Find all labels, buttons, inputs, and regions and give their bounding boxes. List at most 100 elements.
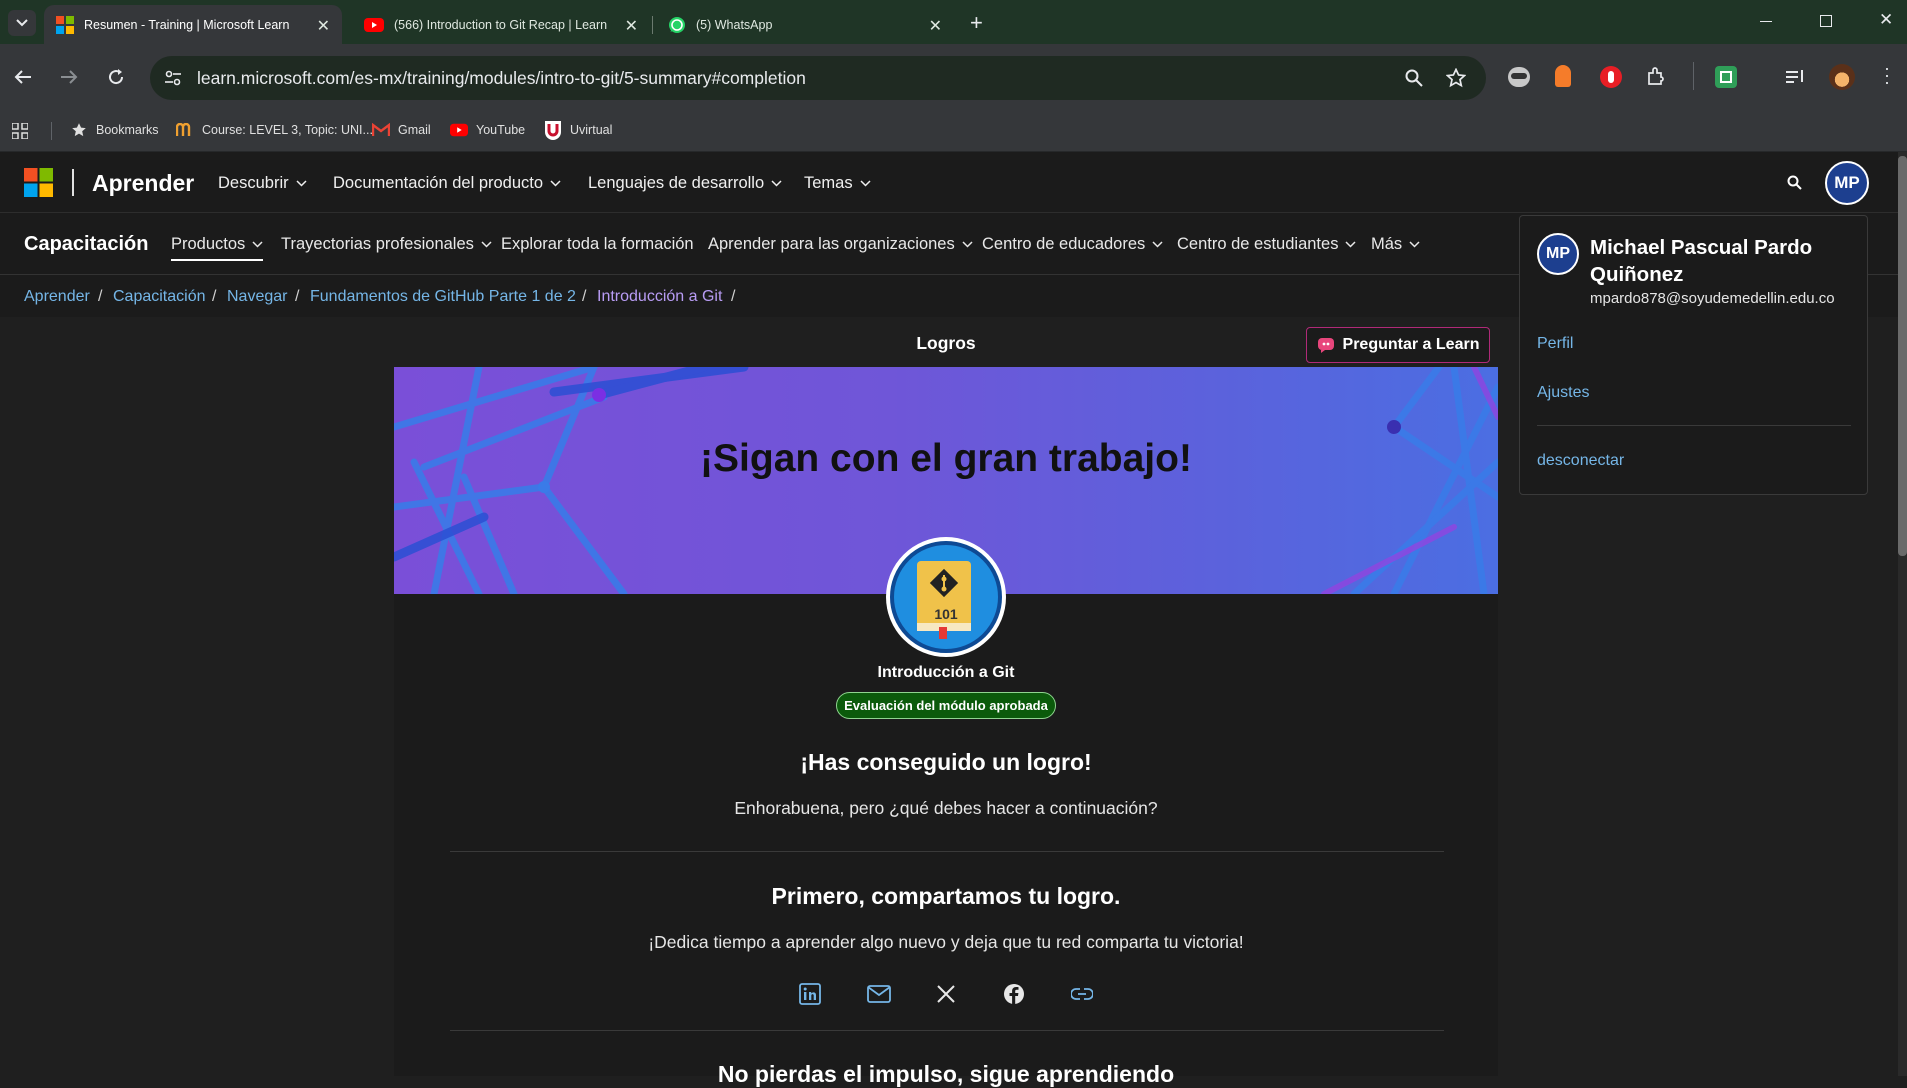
microsoft-logo-icon — [56, 15, 74, 34]
bookmark-label: Bookmarks — [96, 123, 159, 137]
extension-adblock-icon[interactable] — [1600, 66, 1622, 88]
site-info-icon[interactable] — [164, 69, 182, 87]
linkedin-icon[interactable] — [799, 983, 821, 1005]
nav-label: Trayectorias profesionales — [281, 235, 474, 253]
chevron-down-icon — [860, 180, 871, 187]
back-icon[interactable] — [14, 69, 32, 85]
close-window-icon[interactable]: ✕ — [1879, 10, 1893, 30]
nav-educadores[interactable]: Centro de educadores — [982, 235, 1163, 254]
extension-character-icon[interactable] — [1555, 65, 1571, 87]
bookmark-folder[interactable]: Bookmarks — [70, 121, 159, 139]
breadcrumb-link[interactable]: Navegar — [227, 288, 287, 306]
link-icon[interactable] — [1071, 987, 1093, 1001]
bookmark-label: Gmail — [398, 123, 431, 137]
forward-icon[interactable] — [60, 69, 78, 85]
menu-divider — [1537, 425, 1851, 426]
profile-email: mpardo878@soyudemedellin.edu.co — [1590, 290, 1835, 307]
nav-label: Centro de educadores — [982, 235, 1146, 253]
module-name: Introducción a Git — [877, 664, 1015, 681]
breadcrumb-link[interactable]: Capacitación — [113, 288, 206, 306]
nav-organizaciones[interactable]: Aprender para las organizaciones — [708, 235, 973, 254]
reload-icon[interactable] — [107, 68, 125, 86]
nav-documentacion[interactable]: Documentación del producto — [333, 174, 561, 193]
scrollbar-thumb[interactable] — [1898, 156, 1907, 556]
breadcrumb-link[interactable]: Aprender — [24, 288, 90, 306]
logo-divider — [72, 169, 74, 196]
breadcrumb-separator: / — [212, 288, 217, 305]
chevron-down-icon — [296, 180, 307, 187]
nav-lenguajes[interactable]: Lenguajes de desarrollo — [588, 174, 782, 193]
extension-glasses-icon[interactable] — [1508, 67, 1530, 87]
microsoft-logo-icon[interactable] — [24, 168, 53, 197]
breadcrumb-separator: / — [98, 288, 103, 305]
nav-explorar[interactable]: Explorar toda la formación — [501, 235, 694, 254]
extensions-puzzle-icon[interactable] — [1646, 67, 1666, 87]
chevron-down-icon — [962, 241, 973, 248]
media-queue-icon[interactable] — [1786, 70, 1806, 84]
email-icon[interactable] — [867, 985, 891, 1003]
profile-link[interactable]: Perfil — [1537, 335, 1573, 353]
nav-mas[interactable]: Más — [1371, 235, 1420, 254]
copilot-chat-icon — [1317, 338, 1334, 353]
browser-profile-avatar[interactable] — [1829, 64, 1855, 90]
search-icon[interactable] — [1787, 175, 1802, 190]
minimize-icon[interactable] — [1760, 21, 1772, 22]
nav-label: Descubrir — [218, 174, 289, 192]
apps-grid-icon[interactable] — [12, 123, 28, 139]
facebook-icon[interactable] — [1003, 983, 1025, 1005]
close-tab-icon[interactable]: ✕ — [929, 16, 942, 36]
whatsapp-icon — [669, 16, 685, 33]
profile-name-line: Quiñonez — [1590, 263, 1684, 286]
badge-text: 101 — [934, 606, 958, 622]
nav-temas[interactable]: Temas — [804, 174, 871, 193]
restore-icon[interactable] — [1820, 15, 1832, 27]
course-icon — [176, 121, 194, 139]
x-icon[interactable] — [936, 984, 956, 1004]
nav-productos[interactable]: Productos — [171, 235, 264, 261]
bookmark-item[interactable]: Course: LEVEL 3, Topic: UNI... — [176, 121, 373, 139]
nav-trayectorias[interactable]: Trayectorias profesionales — [281, 235, 492, 254]
browser-menu-icon[interactable]: · · · — [1884, 59, 1890, 91]
close-tab-icon[interactable]: ✕ — [625, 16, 638, 36]
scrollbar[interactable] — [1898, 152, 1907, 1076]
browser-tab-active[interactable]: Resumen - Training | Microsoft Learn ✕ — [44, 5, 342, 44]
star-icon — [70, 121, 88, 139]
nav-label: Más — [1371, 235, 1403, 253]
status-badge-label: Evaluación del módulo aprobada — [844, 698, 1048, 713]
breadcrumb-link[interactable]: Introducción a Git — [597, 288, 722, 306]
ask-learn-button[interactable]: Preguntar a Learn — [1306, 327, 1490, 363]
settings-link[interactable]: Ajustes — [1537, 384, 1589, 402]
ask-learn-label: Preguntar a Learn — [1342, 336, 1480, 353]
breadcrumb-link[interactable]: Fundamentos de GitHub Parte 1 de 2 — [310, 288, 576, 306]
nav-estudiantes[interactable]: Centro de estudiantes — [1177, 235, 1356, 254]
url-text: learn.microsoft.com/es-mx/training/modul… — [197, 67, 806, 88]
browser-tab-bar: Resumen - Training | Microsoft Learn ✕ (… — [0, 0, 1907, 44]
translate-icon[interactable] — [1715, 66, 1737, 88]
next-title: No pierdas el impulso, sigue aprendiendo — [717, 1061, 1175, 1087]
share-text: ¡Dedica tiempo a aprender algo nuevo y d… — [648, 932, 1244, 952]
close-tab-icon[interactable]: ✕ — [317, 16, 330, 36]
tab-search-button[interactable] — [8, 10, 36, 36]
site-brand[interactable]: Aprender — [92, 170, 194, 197]
signout-link[interactable]: desconectar — [1537, 452, 1624, 470]
status-badge: Evaluación del módulo aprobada — [836, 692, 1056, 719]
bookmark-star-icon[interactable] — [1446, 68, 1466, 88]
new-tab-icon[interactable]: + — [970, 10, 983, 36]
training-title[interactable]: Capacitación — [24, 233, 148, 256]
nav-label: Temas — [804, 174, 853, 192]
banner-title: ¡Sigan con el gran trabajo! — [700, 437, 1192, 480]
address-bar[interactable]: learn.microsoft.com/es-mx/training/modul… — [150, 56, 1486, 100]
achievement-title: ¡Has conseguido un logro! — [800, 749, 1092, 775]
bookmark-item[interactable]: Gmail — [372, 121, 431, 139]
browser-toolbar: learn.microsoft.com/es-mx/training/modul… — [0, 44, 1907, 110]
browser-tab[interactable]: (566) Introduction to Git Recap | Learn … — [352, 5, 650, 44]
tab-title: (5) WhatsApp — [696, 17, 773, 32]
zoom-icon[interactable] — [1405, 69, 1423, 87]
chevron-down-icon — [1345, 241, 1356, 248]
nav-descubrir[interactable]: Descubrir — [218, 174, 307, 193]
browser-tab[interactable]: (5) WhatsApp ✕ — [656, 5, 954, 44]
avatar[interactable]: MP — [1825, 161, 1869, 205]
chevron-down-icon — [16, 19, 28, 27]
bookmark-item[interactable]: Uvirtual — [544, 121, 612, 140]
bookmark-item[interactable]: YouTube — [450, 121, 525, 139]
